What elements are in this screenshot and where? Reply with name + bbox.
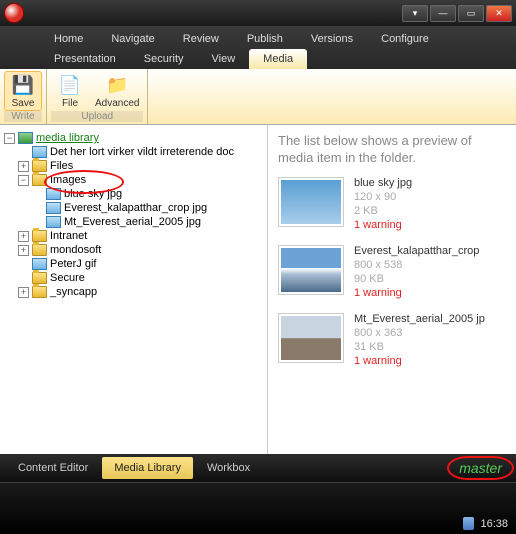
advanced-button[interactable]: 📁 Advanced bbox=[91, 71, 143, 111]
expand-icon[interactable]: + bbox=[18, 287, 29, 298]
item-size: 90 KB bbox=[354, 273, 479, 285]
tree-node-label: PeterJ gif bbox=[50, 258, 96, 270]
dropdown-button[interactable]: ▾ bbox=[402, 5, 428, 22]
tree-node[interactable]: PeterJ gif bbox=[4, 257, 263, 271]
tree-node[interactable]: Secure bbox=[4, 271, 263, 285]
upload-file-icon: 📄 bbox=[58, 74, 82, 98]
save-button[interactable]: 💾 Save bbox=[4, 71, 42, 111]
tree-root-label: media library bbox=[36, 132, 99, 144]
item-dimensions: 120 x 90 bbox=[354, 191, 412, 203]
menu-home[interactable]: Home bbox=[40, 29, 97, 49]
save-label: Save bbox=[12, 98, 35, 109]
tree-node-label: mondosoft bbox=[50, 244, 101, 256]
menu-security[interactable]: Security bbox=[130, 49, 198, 69]
preview-item[interactable]: Everest_kalapatthar_crop 800 x 538 90 KB 1 … bbox=[278, 245, 506, 299]
tree-node[interactable]: + Intranet bbox=[4, 229, 263, 243]
tab-media-library[interactable]: Media Library bbox=[102, 457, 193, 479]
tree-node[interactable]: Det her lort virker vildt irreterende do… bbox=[4, 145, 263, 159]
master-indicator: master bbox=[451, 458, 510, 478]
expand-icon[interactable]: + bbox=[18, 231, 29, 242]
tree-node-label: _syncapp bbox=[50, 286, 97, 298]
item-size: 31 KB bbox=[354, 341, 485, 353]
image-icon bbox=[32, 146, 47, 158]
tab-workbox[interactable]: Workbox bbox=[195, 457, 262, 479]
menu-configure[interactable]: Configure bbox=[367, 29, 443, 49]
item-dimensions: 800 x 538 bbox=[354, 259, 479, 271]
status-bar: 16:38 bbox=[0, 482, 516, 534]
menu-versions[interactable]: Versions bbox=[297, 29, 367, 49]
menu-presentation[interactable]: Presentation bbox=[40, 49, 130, 69]
tree-node[interactable]: + mondosoft bbox=[4, 243, 263, 257]
tree-node[interactable]: − Images bbox=[4, 173, 263, 187]
minimize-button[interactable]: — bbox=[430, 5, 456, 22]
preview-item[interactable]: Mt_Everest_aerial_2005 jp 800 x 363 31 KB 1… bbox=[278, 313, 506, 367]
tree-node[interactable]: + _syncapp bbox=[4, 285, 263, 299]
tree-node-label: Mt_Everest_aerial_2005 jpg bbox=[64, 216, 201, 228]
advanced-label: Advanced bbox=[95, 98, 139, 109]
item-dimensions: 800 x 363 bbox=[354, 327, 485, 339]
tree-panel: − media library Det her lort virker vild… bbox=[0, 125, 268, 454]
item-warning: 1 warning bbox=[354, 355, 485, 367]
tree-node[interactable]: +Files bbox=[4, 159, 263, 173]
thumbnail bbox=[278, 313, 344, 363]
preview-panel: The list below shows a preview of media … bbox=[268, 125, 516, 454]
tree-node[interactable]: Mt_Everest_aerial_2005 jpg bbox=[4, 215, 263, 229]
preview-item[interactable]: blue sky jpg 120 x 90 2 KB 1 warning bbox=[278, 177, 506, 231]
preview-heading: The list below shows a preview of media … bbox=[278, 133, 506, 167]
tree-node-label: Det her lort virker vildt irreterende do… bbox=[50, 146, 234, 158]
tree-node-label: Secure bbox=[50, 272, 85, 284]
ribbon: 💾 Save Write 📄 File 📁 Advanced Upload bbox=[0, 69, 516, 125]
collapse-icon[interactable]: − bbox=[4, 133, 15, 144]
thumbnail bbox=[278, 245, 344, 295]
tree-node[interactable]: blue sky jpg bbox=[4, 187, 263, 201]
item-warning: 1 warning bbox=[354, 287, 479, 299]
item-size: 2 KB bbox=[354, 205, 412, 217]
maximize-button[interactable]: ▭ bbox=[458, 5, 484, 22]
item-name: blue sky jpg bbox=[354, 177, 412, 189]
image-icon bbox=[46, 202, 61, 214]
tree-root[interactable]: − media library bbox=[4, 131, 263, 145]
file-button[interactable]: 📄 File bbox=[51, 71, 89, 111]
folder-icon bbox=[32, 272, 47, 284]
database-icon bbox=[463, 517, 474, 530]
menu-navigate[interactable]: Navigate bbox=[97, 29, 168, 49]
menu-media[interactable]: Media bbox=[249, 49, 307, 69]
image-icon bbox=[32, 258, 47, 270]
upload-advanced-icon: 📁 bbox=[105, 74, 129, 98]
tree-node[interactable]: Everest_kalapatthar_crop jpg bbox=[4, 201, 263, 215]
close-button[interactable]: ✕ bbox=[486, 5, 512, 22]
image-icon bbox=[46, 216, 61, 228]
group-label-write: Write bbox=[4, 111, 42, 122]
menu-publish[interactable]: Publish bbox=[233, 29, 297, 49]
disk-icon: 💾 bbox=[11, 74, 35, 98]
app-logo-icon[interactable] bbox=[4, 3, 24, 23]
thumbnail bbox=[278, 177, 344, 227]
folder-icon bbox=[32, 286, 47, 298]
clock: 16:38 bbox=[480, 518, 508, 530]
menu-review[interactable]: Review bbox=[169, 29, 233, 49]
group-label-upload: Upload bbox=[51, 111, 143, 122]
tab-content-editor[interactable]: Content Editor bbox=[6, 457, 100, 479]
folder-icon bbox=[32, 230, 47, 242]
menu-bar: HomeNavigateReviewPublishVersionsConfigu… bbox=[0, 26, 516, 69]
tree-node-label: Intranet bbox=[50, 230, 87, 242]
file-label: File bbox=[62, 98, 78, 109]
media-icon bbox=[18, 132, 33, 144]
collapse-icon[interactable]: − bbox=[18, 175, 29, 186]
tree-node-label: Everest_kalapatthar_crop jpg bbox=[64, 202, 207, 214]
item-name: Everest_kalapatthar_crop bbox=[354, 245, 479, 257]
expand-icon[interactable]: + bbox=[18, 161, 29, 172]
item-name: Mt_Everest_aerial_2005 jp bbox=[354, 313, 485, 325]
menu-view[interactable]: View bbox=[198, 49, 250, 69]
tree-node-label: Images bbox=[50, 174, 86, 186]
titlebar: ▾ — ▭ ✕ bbox=[0, 0, 516, 26]
folder-icon bbox=[32, 244, 47, 256]
folder-icon bbox=[32, 160, 47, 172]
bottom-bar: Content EditorMedia LibraryWorkbox maste… bbox=[0, 454, 516, 482]
item-warning: 1 warning bbox=[354, 219, 412, 231]
expand-icon[interactable]: + bbox=[18, 245, 29, 256]
